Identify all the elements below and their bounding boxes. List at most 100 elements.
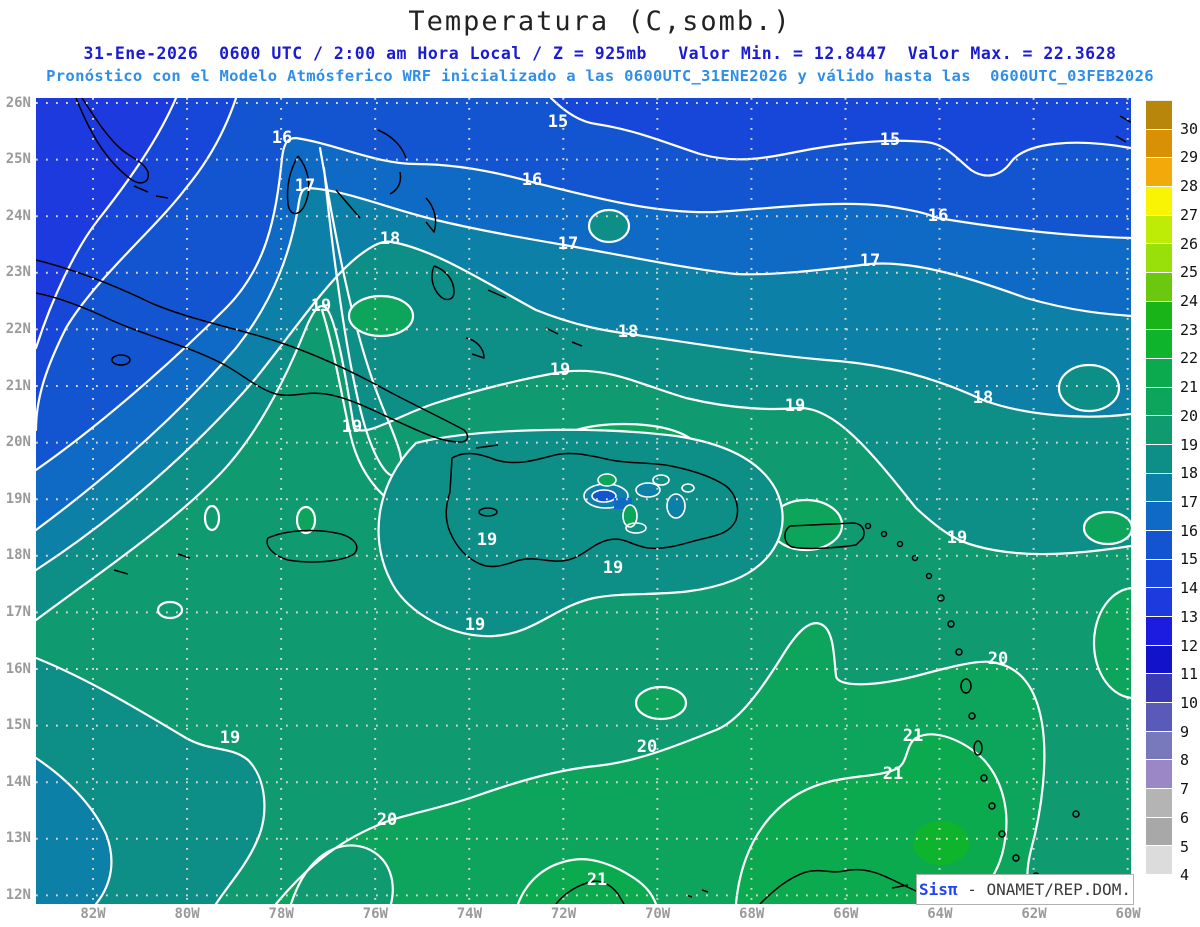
colorbar-tick-13: 13	[1180, 607, 1199, 626]
lat-label-24N: 24N	[5, 207, 31, 224]
cool-blob-in-band	[587, 208, 631, 244]
colorbar-tick-19: 19	[1180, 435, 1199, 454]
lon-label-66W: 66W	[833, 906, 859, 922]
lat-label-17N: 17N	[5, 603, 31, 620]
colorbar-tick-8: 8	[1180, 751, 1190, 770]
lat-label-19N: 19N	[5, 490, 31, 507]
colorbar-tick-16: 16	[1180, 521, 1199, 540]
lat-label-14N: 14N	[5, 773, 31, 790]
colorbar-cell-1	[1146, 129, 1172, 159]
colorbar-tick-18: 18	[1180, 464, 1199, 483]
colorbar-cell-21	[1146, 703, 1172, 732]
colorbar-cell-15	[1146, 531, 1172, 560]
cold-core-2	[591, 489, 617, 503]
lat-label-15N: 15N	[5, 717, 31, 734]
colorbar-tick-30: 30	[1180, 119, 1199, 138]
colorbar-cell-16	[1146, 559, 1172, 589]
lon-label-78W: 78W	[268, 906, 294, 922]
colorbar-cell-6	[1146, 273, 1172, 302]
colorbar-tick-4: 4	[1180, 866, 1190, 885]
lat-label-22N: 22N	[5, 320, 31, 337]
lat-label-21N: 21N	[5, 377, 31, 394]
colorbar-cell-9	[1146, 359, 1172, 388]
colorbar-tick-11: 11	[1180, 665, 1199, 684]
lat-label-18N: 18N	[5, 547, 31, 564]
colorbar-tick-27: 27	[1180, 205, 1199, 224]
colorbar-tick-24: 24	[1180, 292, 1199, 310]
lat-label-23N: 23N	[5, 264, 31, 281]
colorbar-cell-7	[1146, 301, 1172, 331]
colorbar-tick-29: 29	[1180, 148, 1199, 167]
lon-label-62W: 62W	[1021, 906, 1047, 922]
watermark-badge: Sisπ - ONAMET/REP.DOM.	[916, 874, 1134, 905]
cold-core-4	[635, 482, 661, 498]
weather-map-page: Temperatura (C,somb.) 31-Ene-2026 0600 U…	[0, 0, 1200, 927]
colorbar-cell-12	[1146, 445, 1172, 474]
cold-core-5	[666, 493, 686, 519]
colorbar-cell-4	[1146, 215, 1172, 245]
subtitle-model-info: Pronóstico con el Modelo Atmósferico WRF…	[46, 67, 1154, 85]
colorbar-tick-25: 25	[1180, 263, 1199, 282]
lon-label-68W: 68W	[739, 906, 765, 922]
lat-label-16N: 16N	[5, 660, 31, 677]
colorbar-tick-6: 6	[1180, 808, 1190, 827]
colorbar-cell-3	[1146, 187, 1172, 216]
colorbar-cell-13	[1146, 473, 1172, 503]
colorbar-cell-26	[1146, 846, 1172, 876]
colorbar-tick-10: 10	[1180, 694, 1199, 712]
band-22-patch	[913, 821, 969, 865]
colorbar-cell-2	[1146, 158, 1172, 188]
lon-label-60W: 60W	[1115, 906, 1141, 922]
watermark-brand: Sisπ	[919, 880, 958, 899]
colorbar-cell-27	[1146, 875, 1172, 904]
colorbar-cell-5	[1146, 244, 1172, 274]
colorbar-cell-18	[1146, 617, 1172, 646]
lat-label-20N: 20N	[5, 434, 31, 451]
temperature-colorbar	[1146, 100, 1172, 904]
colorbar-tick-21: 21	[1180, 378, 1199, 397]
warm-core-2	[597, 473, 617, 487]
warm-blob-south-hispaniola	[634, 685, 688, 721]
colorbar-tick-23: 23	[1180, 320, 1199, 339]
colorbar-tick-12: 12	[1180, 636, 1199, 655]
colorbar-cell-11	[1146, 416, 1172, 446]
lon-label-70W: 70W	[644, 906, 671, 922]
lon-label-82W: 82W	[80, 906, 106, 922]
colorbar-tick-20: 20	[1180, 406, 1199, 425]
lon-label-80W: 80W	[174, 906, 200, 922]
warm-dot-midleft	[295, 505, 317, 535]
warm-blob-north-cuba	[347, 294, 415, 338]
colorbar-tick-9: 9	[1180, 722, 1190, 741]
watermark-text: - ONAMET/REP.DOM.	[957, 880, 1131, 899]
lat-label-13N: 13N	[5, 830, 31, 847]
colorbar-cell-0	[1146, 100, 1172, 130]
warm-blob-right-edge-small	[1082, 510, 1131, 546]
colorbar-tick-28: 28	[1180, 177, 1199, 196]
colorbar-tick-14: 14	[1180, 579, 1199, 598]
map-plot-area: 15 15 16 16 16 17 17 17 18 18 18 19 19 19 19 19 19 19 19 19…	[36, 98, 1131, 904]
lon-label-72W: 72W	[550, 906, 577, 922]
lon-label-76W: 76W	[362, 906, 388, 922]
colorbar-tick-26: 26	[1180, 234, 1199, 253]
lat-label-12N: 12N	[5, 886, 31, 903]
subtitle-validtime: 31-Ene-2026 0600 UTC / 2:00 am Hora Loca…	[83, 44, 1117, 63]
colorbar-cell-8	[1146, 330, 1172, 360]
lon-label-64W: 64W	[927, 906, 953, 922]
colorbar-cell-24	[1146, 789, 1172, 818]
colorbar-tick-15: 15	[1180, 550, 1199, 569]
colorbar-cell-20	[1146, 674, 1172, 704]
page-title: Temperatura (C,somb.)	[408, 6, 792, 37]
lat-label-26N: 26N	[5, 94, 31, 111]
colorbar-cell-19	[1146, 645, 1172, 675]
colorbar-cell-23	[1146, 760, 1172, 790]
lat-label-25N: 25N	[5, 151, 31, 168]
cool-ring-topright	[1057, 363, 1121, 413]
lon-label-74W: 74W	[456, 906, 483, 922]
colorbar-tick-7: 7	[1180, 780, 1190, 799]
colorbar-tick-22: 22	[1180, 349, 1199, 368]
colorbar-cell-14	[1146, 502, 1172, 532]
colorbar-tick-5: 5	[1180, 837, 1190, 856]
temperature-map-canvas	[36, 98, 1131, 904]
colorbar-tick-17: 17	[1180, 493, 1199, 511]
colorbar-cell-25	[1146, 817, 1172, 847]
